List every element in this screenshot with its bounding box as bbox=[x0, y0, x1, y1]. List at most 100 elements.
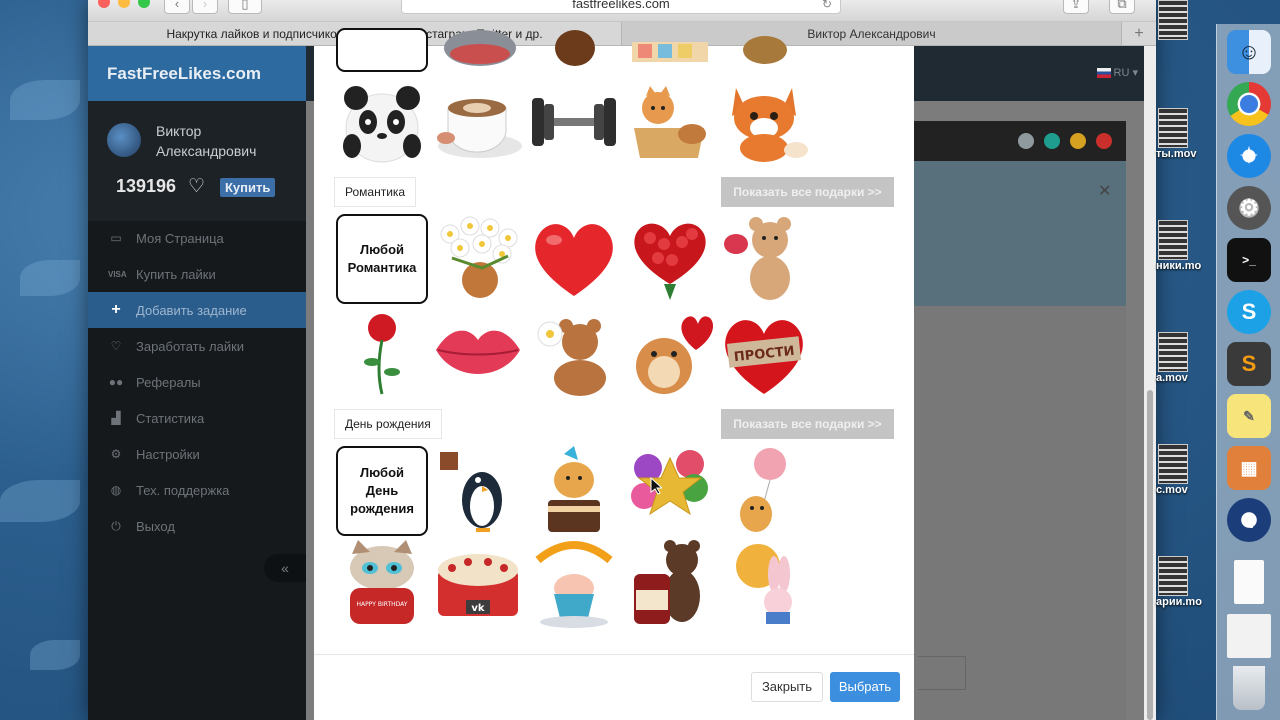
desktop-file[interactable]: а.mov bbox=[1156, 332, 1212, 384]
url-text: fastfreelikes.com bbox=[572, 0, 670, 11]
terminal-icon[interactable]: >_ bbox=[1227, 238, 1271, 282]
gift-bear-daisy[interactable] bbox=[528, 310, 620, 398]
sidebar-item-earn-likes[interactable]: ♡ Заработать лайки bbox=[88, 328, 306, 364]
desktop-file[interactable] bbox=[1156, 0, 1212, 40]
document-icon[interactable] bbox=[1234, 560, 1264, 604]
buy-likes-button[interactable]: Купить bbox=[220, 178, 276, 197]
sidebar-item-settings[interactable]: ⚙ Настройки bbox=[88, 436, 306, 472]
gift-star-balloons[interactable] bbox=[624, 446, 716, 534]
brand-logo[interactable]: FastFreeLikes.com bbox=[88, 46, 306, 101]
scrollbar-thumb[interactable] bbox=[1147, 390, 1153, 720]
gift-any-romance[interactable]: Любой Романтика bbox=[336, 214, 428, 304]
gift-daisies[interactable] bbox=[432, 214, 524, 302]
language-selector[interactable]: RU ▾ bbox=[1096, 66, 1138, 79]
show-all-birthday-button[interactable]: Показать все подарки >> bbox=[721, 409, 894, 439]
gift-any-top[interactable] bbox=[336, 28, 428, 72]
safari-icon[interactable]: ✦ bbox=[1227, 134, 1271, 178]
minimize-window-button[interactable] bbox=[118, 0, 130, 8]
show-all-romance-button[interactable]: Показать все подарки >> bbox=[721, 177, 894, 207]
desktop-file[interactable]: ты.mov bbox=[1156, 108, 1212, 160]
sidebar-item-referrals[interactable]: ●● Рефералы bbox=[88, 364, 306, 400]
close-window-button[interactable] bbox=[98, 0, 110, 8]
sublime-text-icon[interactable]: S bbox=[1227, 342, 1271, 386]
gift-coffee[interactable] bbox=[432, 78, 524, 166]
gift-top-1[interactable] bbox=[434, 26, 526, 72]
forward-button[interactable]: › bbox=[192, 0, 218, 14]
collapse-sidebar-button[interactable]: « bbox=[264, 554, 306, 582]
sidebar-item-buy-likes[interactable]: VISA Купить лайки bbox=[88, 256, 306, 292]
gift-cat-cake[interactable] bbox=[528, 446, 620, 534]
gift-penguin-cake[interactable] bbox=[432, 446, 524, 534]
page-scrollbar[interactable] bbox=[1144, 46, 1156, 720]
gift-rose-bouquet[interactable] bbox=[624, 214, 716, 302]
gift-heart-sorry[interactable]: ПРОСТИ bbox=[718, 310, 810, 398]
avatar[interactable] bbox=[107, 123, 141, 157]
gift-teddy-love[interactable] bbox=[718, 214, 810, 302]
finder-icon[interactable]: ☺ bbox=[1227, 30, 1271, 74]
gift-heart[interactable] bbox=[528, 214, 620, 302]
desktop-files: ты.mov ники.mo а.mov с.mov арии.mo bbox=[1156, 0, 1216, 720]
gift-any-birthday[interactable]: Любой День рождения bbox=[336, 446, 428, 536]
share-icon: ⇪ bbox=[1070, 0, 1082, 11]
section-title-romance: Романтика bbox=[334, 177, 417, 207]
share-button[interactable]: ⇪ bbox=[1063, 0, 1089, 14]
gift-kitten-box[interactable] bbox=[624, 78, 716, 166]
gift-hamster-heart[interactable] bbox=[624, 310, 716, 398]
desktop-file[interactable]: ники.mo bbox=[1156, 220, 1212, 272]
stickies-icon[interactable]: ✎ bbox=[1227, 394, 1271, 438]
chrome-icon[interactable] bbox=[1227, 82, 1271, 126]
mouse-cursor-icon bbox=[650, 477, 662, 495]
gift-top-4[interactable] bbox=[719, 26, 811, 72]
sidebar-item-support[interactable]: ◍ Тех. поддержка bbox=[88, 472, 306, 508]
gift-dumbbell[interactable] bbox=[528, 78, 620, 166]
panel-minimize-button[interactable] bbox=[1070, 133, 1086, 149]
gift-red-rose[interactable] bbox=[336, 310, 428, 398]
gift-grumpy-cat[interactable]: HAPPY BIRTHDAY bbox=[336, 540, 428, 628]
tabs-button[interactable]: ⧉ bbox=[1109, 0, 1135, 14]
panel-check-button[interactable] bbox=[1018, 133, 1034, 149]
close-icon[interactable]: ✕ bbox=[1098, 181, 1111, 201]
gift-cupcake[interactable] bbox=[528, 540, 620, 628]
gift-bear-jam[interactable] bbox=[624, 540, 716, 628]
desktop-file[interactable]: с.mov bbox=[1156, 444, 1212, 496]
calculator-icon[interactable]: ▦ bbox=[1227, 446, 1271, 490]
trash-icon[interactable] bbox=[1233, 666, 1265, 710]
gift-panda[interactable] bbox=[336, 78, 428, 166]
tabs-icon: ⧉ bbox=[1117, 0, 1127, 11]
gift-vk-text: vk bbox=[471, 603, 485, 614]
select-gift-button[interactable]: Выбрать bbox=[830, 672, 900, 702]
laptop-icon: ▭ bbox=[110, 231, 122, 245]
skype-icon[interactable]: S bbox=[1227, 290, 1271, 334]
tab-bar: Накрутка лайков и подписчиков ВКонтакте,… bbox=[88, 22, 1156, 46]
address-bar[interactable]: fastfreelikes.com ↻ bbox=[401, 0, 841, 14]
panel-close-button[interactable] bbox=[1096, 133, 1112, 149]
sidebar-item-my-page[interactable]: ▭ Моя Страница bbox=[88, 220, 306, 256]
system-preferences-icon[interactable]: ⚙ bbox=[1227, 186, 1271, 230]
plus-icon: + bbox=[1134, 25, 1144, 42]
gift-bunny-cookie[interactable] bbox=[718, 540, 810, 628]
gift-vk-cake[interactable]: vk bbox=[432, 540, 524, 628]
desktop-file[interactable]: арии.mo bbox=[1156, 556, 1212, 608]
chrome-document-icon[interactable] bbox=[1227, 614, 1271, 658]
new-tab-button[interactable]: + bbox=[1122, 22, 1156, 45]
gift-fox[interactable] bbox=[718, 78, 810, 166]
modal-footer: Закрыть Выбрать bbox=[314, 654, 914, 720]
likes-balance: 139196 bbox=[116, 176, 177, 196]
section-birthday-header: День рождения Показать все подарки >> bbox=[334, 409, 894, 439]
close-modal-button[interactable]: Закрыть bbox=[751, 672, 823, 702]
gift-lips-kiss[interactable] bbox=[432, 310, 524, 398]
zoom-window-button[interactable] bbox=[138, 0, 150, 8]
gift-cat-balloon[interactable] bbox=[718, 446, 810, 534]
quicktime-icon[interactable]: Q bbox=[1227, 498, 1271, 542]
heart-outline-icon: ♡ bbox=[188, 176, 206, 197]
visa-card-icon: VISA bbox=[108, 269, 127, 279]
gift-top-2[interactable] bbox=[529, 26, 621, 72]
sidebar-toggle-button[interactable]: ▯ bbox=[228, 0, 262, 14]
sidebar-item-stats[interactable]: ▟ Статистика bbox=[88, 400, 306, 436]
panel-refresh-button[interactable] bbox=[1044, 133, 1060, 149]
sidebar-item-add-task[interactable]: + Добавить задание bbox=[88, 292, 306, 328]
sidebar-item-logout[interactable]: ⏻ Выход bbox=[88, 508, 306, 544]
reload-icon[interactable]: ↻ bbox=[822, 0, 832, 13]
gift-top-3[interactable] bbox=[624, 26, 716, 72]
back-button[interactable]: ‹ bbox=[164, 0, 190, 14]
